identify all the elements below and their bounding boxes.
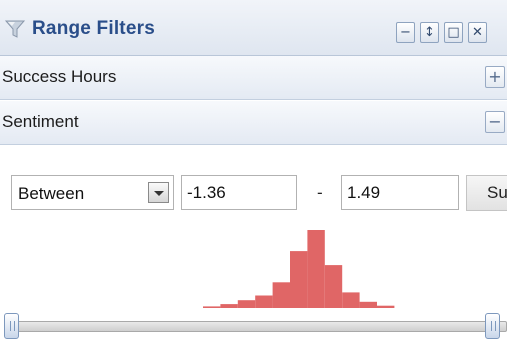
histogram-bar (203, 306, 221, 308)
histogram-bar (237, 300, 256, 308)
filter-icon (4, 20, 26, 38)
submit-button[interactable]: Su (466, 175, 507, 211)
histogram-bar (272, 282, 290, 308)
range-slider-max-handle[interactable] (485, 313, 500, 339)
maximize-button[interactable]: □ (444, 22, 463, 43)
panel-titlebar: Range Filters − ↕ □ ✕ (0, 0, 507, 56)
histogram-bar (342, 292, 360, 308)
plus-icon: + (488, 67, 502, 86)
range-slider-track[interactable] (10, 321, 507, 332)
max-value-input[interactable] (341, 175, 459, 210)
operator-value: Between (18, 184, 85, 203)
histogram-bar (255, 295, 273, 308)
minimize-icon: − (400, 25, 411, 40)
histogram-bar (377, 305, 395, 308)
resize-button[interactable]: ↕ (420, 22, 439, 43)
expand-button[interactable]: + (485, 66, 505, 88)
min-value-input[interactable] (181, 175, 297, 210)
collapse-button[interactable]: − (485, 111, 505, 133)
panel-title: Range Filters (32, 18, 155, 39)
histogram-bar (290, 251, 308, 308)
section-label: Sentiment (2, 112, 79, 131)
minus-icon: − (488, 112, 502, 131)
histogram-bar (359, 301, 377, 308)
sentiment-histogram (203, 230, 395, 308)
histogram-bar (324, 265, 343, 308)
histogram-bar (220, 304, 238, 308)
minimize-button[interactable]: − (396, 22, 415, 43)
close-button[interactable]: ✕ (468, 22, 487, 43)
close-icon: ✕ (472, 25, 483, 40)
histogram-bar (307, 230, 325, 308)
range-slider-min-handle[interactable] (4, 313, 19, 339)
maximize-icon: □ (447, 25, 460, 40)
operator-select[interactable]: Between (11, 175, 174, 210)
section-label: Success Hours (2, 67, 117, 86)
range-separator: - (317, 183, 323, 202)
resize-icon: ↕ (424, 25, 435, 40)
section-success-hours[interactable]: Success Hours + (0, 56, 507, 100)
chevron-down-icon[interactable] (148, 182, 169, 203)
section-sentiment[interactable]: Sentiment − (0, 101, 507, 145)
